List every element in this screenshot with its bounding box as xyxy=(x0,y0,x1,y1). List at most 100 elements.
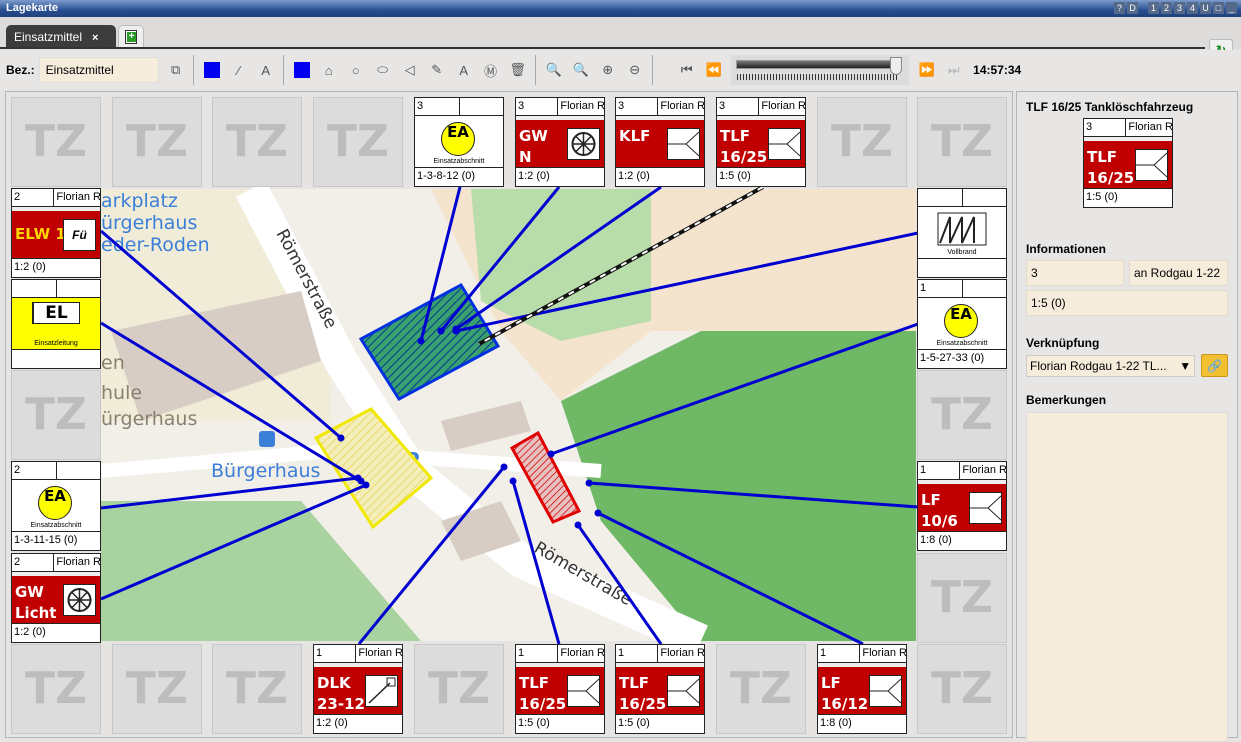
fill-color-button[interactable] xyxy=(201,59,223,81)
empty-slot[interactable]: TZ xyxy=(917,553,1007,643)
window-button[interactable]: 3 xyxy=(1174,2,1185,14)
window-button[interactable]: _ xyxy=(1226,2,1237,14)
zoom-out-icon[interactable]: ⊖ xyxy=(624,59,646,81)
empty-slot[interactable]: TZ xyxy=(11,644,101,734)
copy-add-icon[interactable]: ⧉ xyxy=(165,59,187,81)
card-number xyxy=(12,280,57,297)
vehicle-name: ELW 1 xyxy=(15,224,66,245)
add-house-icon[interactable]: ⌂ xyxy=(318,59,340,81)
empty-slot[interactable]: TZ xyxy=(917,97,1007,187)
separator xyxy=(193,55,195,85)
skip-end-icon[interactable]: ⏭ xyxy=(943,59,965,81)
window-button[interactable]: ? xyxy=(1114,2,1125,14)
map[interactable]: arkplatz ürgerhaus eder-Roden Bürgerhaus… xyxy=(6,92,1014,739)
vehicle-card[interactable]: 3 Florian R TLF 16/25 1:5 (0) xyxy=(1083,118,1173,208)
zoom-in-icon[interactable]: ⊕ xyxy=(597,59,619,81)
empty-slot[interactable]: TZ xyxy=(11,370,101,460)
card-footer: 1-3-11-15 (0) xyxy=(14,534,78,546)
section-card[interactable]: 3 EA Einsatzabschnitt 1-3-8-12 (0) xyxy=(414,97,504,187)
vehicle-card[interactable]: 1 Florian R LF 16/12 1:8 (0) xyxy=(817,644,907,734)
card-number: 3 xyxy=(717,98,760,115)
empty-slot[interactable]: TZ xyxy=(212,97,302,187)
notes-heading: Bemerkungen xyxy=(1026,393,1107,407)
notes-textarea[interactable] xyxy=(1026,412,1228,742)
add-marker-icon[interactable]: Ⓜ xyxy=(480,59,502,81)
card-unit xyxy=(57,462,61,479)
vehicle-name-line: TLF xyxy=(1087,148,1118,166)
card-number: 1 xyxy=(616,645,659,662)
fill-color-button-2[interactable] xyxy=(291,59,313,81)
link-button[interactable]: 🔗 xyxy=(1201,354,1228,377)
vehicle-name-line: 10/6 xyxy=(921,512,958,530)
vehicle-card[interactable]: 3 Florian R KLF 1:2 (0) xyxy=(615,97,705,187)
text-style-icon[interactable]: A xyxy=(255,59,277,81)
link-select[interactable]: Florian Rodgau 1-22 TL... ▼ xyxy=(1026,354,1196,377)
empty-slot[interactable]: TZ xyxy=(11,97,101,187)
empty-slot[interactable]: TZ xyxy=(112,97,202,187)
empty-slot[interactable]: TZ xyxy=(716,644,806,734)
timeline-thumb[interactable] xyxy=(889,57,902,75)
bez-input[interactable] xyxy=(38,57,159,83)
empty-slot[interactable]: TZ xyxy=(212,644,302,734)
vehicle-card[interactable]: 2 Florian R ELW 1 Fü 1:2 (0) xyxy=(11,188,101,278)
vehicle-name-line: GW xyxy=(519,127,548,145)
add-ellipse-icon[interactable]: ⬭ xyxy=(372,59,394,81)
card-number: 3 xyxy=(516,98,559,115)
skip-start-icon[interactable]: ⏮ xyxy=(676,59,698,81)
section-subtitle: Einsatzabschnitt xyxy=(433,158,485,165)
link-endpoint xyxy=(547,450,555,458)
section-card[interactable]: 1 EA Einsatzabschnitt 1-5-27-33 (0) xyxy=(917,279,1007,369)
empty-slot[interactable]: TZ xyxy=(112,644,202,734)
window-button[interactable]: 4 xyxy=(1187,2,1198,14)
vehicle-card[interactable]: 3 Florian R GW N 1:2 (0) xyxy=(515,97,605,187)
vehicle-card[interactable]: 1 Florian R LF 10/6 1:8 (0) xyxy=(917,461,1007,551)
add-tab-button[interactable] xyxy=(118,25,144,48)
window-button[interactable]: D xyxy=(1127,2,1138,14)
zoom-1to1-icon[interactable]: 🔍 xyxy=(570,59,592,81)
ea-circle: EA xyxy=(944,304,978,338)
info-unit-field[interactable]: an Rodgau 1-22 xyxy=(1129,260,1228,286)
window-button[interactable]: U xyxy=(1200,2,1211,14)
vehicle-name: TLF 16/25 xyxy=(519,673,566,715)
command-card[interactable]: EL Einsatzleitung xyxy=(11,279,101,369)
zoom-fit-icon[interactable]: 🔍 xyxy=(543,59,565,81)
tab-close-button[interactable]: × xyxy=(92,32,98,44)
vehicle-card[interactable]: 1 Florian R TLF 16/25 1:5 (0) xyxy=(615,644,705,734)
tab-einsatzmittel[interactable]: Einsatzmittel × xyxy=(6,25,116,48)
add-text-icon[interactable]: A xyxy=(453,59,475,81)
card-number: 1 xyxy=(818,645,861,662)
timeline-slider[interactable] xyxy=(731,55,910,85)
empty-slot[interactable]: TZ xyxy=(817,97,907,187)
section-subtitle: Einsatzabschnitt xyxy=(936,340,988,347)
vehicle-card[interactable]: 1 Florian R DLK 23-12 1:2 (0) xyxy=(313,644,403,734)
add-circle-icon[interactable]: ○ xyxy=(345,59,367,81)
card-header: 2 Florian R xyxy=(12,189,100,207)
fire-card[interactable]: Vollbrand xyxy=(917,188,1007,278)
empty-slot[interactable]: TZ xyxy=(917,644,1007,734)
info-number-field[interactable]: 3 xyxy=(1026,260,1124,286)
add-triangle-icon[interactable]: ◁ xyxy=(399,59,421,81)
vehicle-name-line: 16/12 xyxy=(821,695,869,713)
empty-slot[interactable]: TZ xyxy=(414,644,504,734)
empty-slot[interactable]: TZ xyxy=(917,370,1007,460)
add-pen-icon[interactable]: ✎ xyxy=(426,59,448,81)
delete-icon[interactable]: 🗑 xyxy=(507,59,529,81)
vehicle-card[interactable]: 3 Florian R TLF 16/25 1:5 (0) xyxy=(716,97,806,187)
card-footer: 1:2 (0) xyxy=(618,170,650,182)
link-endpoint xyxy=(417,337,425,345)
card-footer: 1:2 (0) xyxy=(518,170,550,182)
window-button[interactable]: 2 xyxy=(1161,2,1172,14)
empty-slot[interactable]: TZ xyxy=(313,97,403,187)
vehicle-name-line: ELW 1 xyxy=(15,225,66,243)
vehicle-card[interactable]: 1 Florian R TLF 16/25 1:5 (0) xyxy=(515,644,605,734)
vehicle-card[interactable]: 2 Florian R GW Licht 1:2 (0) xyxy=(11,553,101,643)
map-canvas[interactable]: arkplatz ürgerhaus eder-Roden Bürgerhaus… xyxy=(5,91,1013,738)
chevron-down-icon[interactable]: ▼ xyxy=(1179,359,1191,373)
forward-icon[interactable]: ⏩ xyxy=(916,59,938,81)
rewind-icon[interactable]: ⏪ xyxy=(703,59,725,81)
info-strength-field[interactable]: 1:5 (0) xyxy=(1026,290,1228,316)
window-button[interactable]: □ xyxy=(1213,2,1224,14)
line-style-icon[interactable]: ⁄ xyxy=(228,59,250,81)
section-card[interactable]: 2 EA Einsatzabschnitt 1-3-11-15 (0) xyxy=(11,461,101,551)
window-button[interactable]: 1 xyxy=(1148,2,1159,14)
